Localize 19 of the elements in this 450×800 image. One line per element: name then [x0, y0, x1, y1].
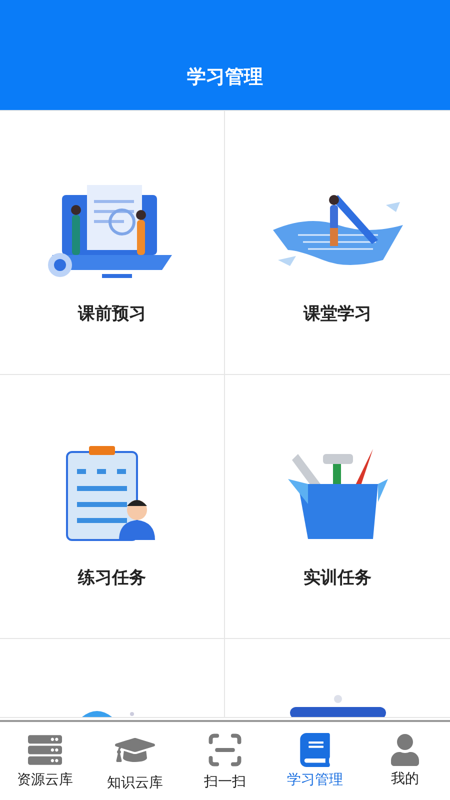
tile-label: 实训任务 [304, 567, 372, 589]
tile-label: 练习任务 [78, 567, 146, 589]
tab-item[interactable]: 资源云库 [0, 722, 90, 800]
scan-icon [206, 731, 244, 769]
tab-item[interactable]: 我的 [360, 722, 450, 800]
menu-tile[interactable]: 课堂学习 [225, 111, 450, 375]
menu-tile[interactable]: 实训任务 [225, 375, 450, 639]
tab-item[interactable]: 知识云库 [90, 722, 180, 800]
menu-tile[interactable]: 练习任务 [0, 375, 225, 639]
tile-label: 课堂学习 [304, 303, 372, 325]
person-icon [389, 734, 421, 766]
menu-tile[interactable]: 课前预习 [0, 111, 225, 375]
tab-item[interactable]: 学习管理 [270, 722, 360, 800]
tab-item[interactable]: 扫一扫 [180, 722, 270, 800]
server-icon [28, 733, 62, 767]
notebook-icon [298, 733, 332, 767]
menu-tile[interactable] [0, 639, 225, 718]
page-title: 学习管理 [187, 65, 263, 90]
tile-label: 课前预习 [78, 303, 146, 325]
